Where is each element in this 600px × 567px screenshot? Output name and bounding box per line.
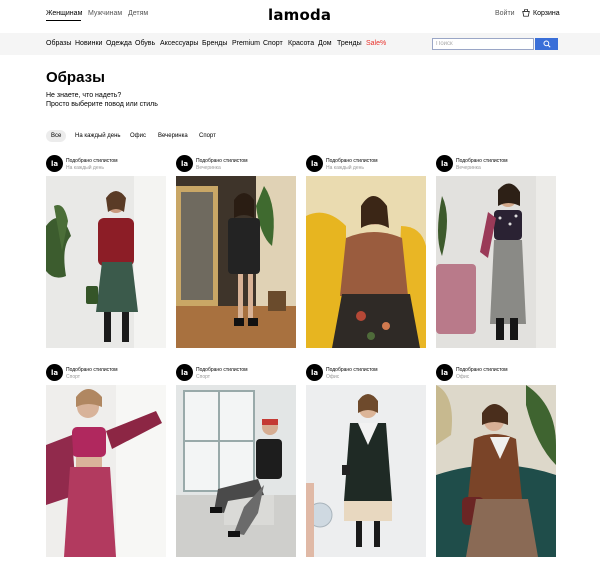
look-card-header[interactable]: la Подобрано стилистом На каждый день [46,155,118,172]
stylist-badge: la [306,155,323,172]
woman-houndstooth-leggings-photo[interactable] [176,385,296,557]
nav-item-clothes[interactable]: Одежда [106,40,132,47]
look-card-header[interactable]: la Подобрано стилистом Офис [306,364,378,381]
stylist-badge: la [436,155,453,172]
look-category: На каждый день [66,165,104,171]
look-category: Спорт [66,374,81,380]
woman-polka-dot-top-photo[interactable] [436,176,556,348]
woman-sequin-dress-photo[interactable] [176,176,296,348]
top-bar: Женщинам Мужчинам Детям lamoda Войти Кор… [0,0,600,33]
lamoda-logo[interactable]: lamoda [268,6,331,24]
stylist-label: Подобрано стилистом [456,367,508,373]
woman-black-sweater-dress-photo[interactable] [306,385,426,557]
page-title: Образы [46,69,105,86]
nav-item-accessories[interactable]: Аксессуары [160,40,198,47]
stylist-label: Подобрано стилистом [326,158,378,164]
woman-brown-suit-photo[interactable] [436,385,556,557]
look-card-header[interactable]: la Подобрано стилистом Офис [436,364,508,381]
nav-item-sale[interactable]: Sale% [366,40,386,47]
search-input[interactable] [432,38,534,50]
woman-pink-sportswear-photo[interactable] [46,385,166,557]
cart-link[interactable]: Корзина [522,9,560,17]
login-link[interactable]: Войти [495,10,515,17]
gender-tab-men[interactable]: Мужчинам [88,10,122,17]
stylist-label: Подобрано стилистом [66,158,118,164]
stylist-label: Подобрано стилистом [196,158,248,164]
nav-item-beauty[interactable]: Красота [288,40,314,47]
nav-item-shoes[interactable]: Обувь [135,40,155,47]
cart-icon [522,9,530,17]
stylist-label: Подобрано стилистом [456,158,508,164]
stylist-badge: la [306,364,323,381]
stylist-label: Подобрано стилистом [326,367,378,373]
look-category: На каждый день [326,165,364,171]
nav-item-trends[interactable]: Тренды [337,40,362,47]
filter-party[interactable]: Вечеринка [153,130,193,142]
cart-label: Корзина [533,9,560,17]
nav-item-sport[interactable]: Спорт [263,40,283,47]
nav-item-new[interactable]: Новинки [75,40,102,47]
look-card-header[interactable]: la Подобрано стилистом Спорт [46,364,118,381]
filter-sport[interactable]: Спорт [194,130,221,142]
page-subtitle-hint: Просто выберите повод или стиль [46,101,158,108]
active-tab-underline [46,20,81,21]
stylist-badge: la [436,364,453,381]
look-category: Офис [456,374,470,380]
nav-item-premium[interactable]: Premium [232,40,260,47]
nav-item-brands[interactable]: Бренды [202,40,227,47]
nav-item-looks[interactable]: Образы [46,40,71,47]
stylist-badge: la [46,155,63,172]
filter-everyday[interactable]: На каждый день [70,130,126,142]
stylist-badge: la [46,364,63,381]
stylist-label: Подобрано стилистом [66,367,118,373]
look-category: Вечеринка [196,165,221,171]
look-category: Офис [326,374,340,380]
page-subtitle-question: Не знаете, что надеть? [46,92,122,99]
look-card-header[interactable]: la Подобрано стилистом На каждый день [306,155,378,172]
filter-all[interactable]: Все [46,130,67,142]
look-card-header[interactable]: la Подобрано стилистом Вечеринка [176,155,248,172]
gender-tab-kids[interactable]: Детям [128,10,148,17]
stylist-badge: la [176,364,193,381]
search-icon [542,40,551,48]
nav-item-home[interactable]: Дом [318,40,332,47]
look-category: Спорт [196,374,211,380]
filter-office[interactable]: Офис [125,130,151,142]
look-category: Вечеринка [456,165,481,171]
look-card-header[interactable]: la Подобрано стилистом Спорт [176,364,248,381]
woman-red-coat-photo[interactable] [46,176,166,348]
gender-tab-women[interactable]: Женщинам [46,10,82,17]
look-card-header[interactable]: la Подобрано стилистом Вечеринка [436,155,508,172]
stylist-label: Подобрано стилистом [196,367,248,373]
search-button[interactable] [535,38,558,50]
stylist-badge: la [176,155,193,172]
woman-brown-cardigan-photo[interactable] [306,176,426,348]
